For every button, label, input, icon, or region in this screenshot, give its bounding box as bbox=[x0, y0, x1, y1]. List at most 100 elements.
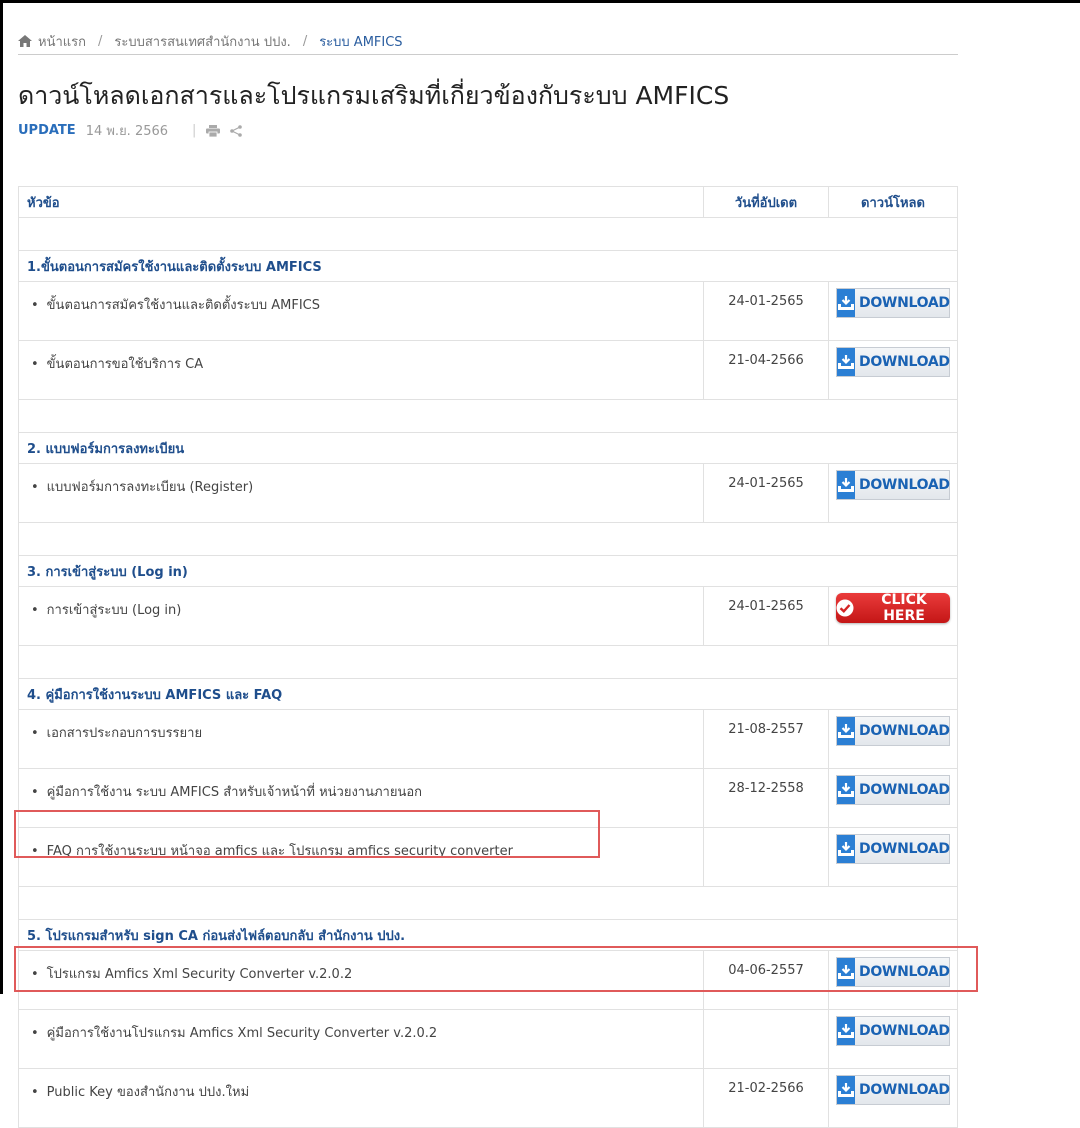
print-icon[interactable] bbox=[206, 124, 221, 137]
home-icon[interactable] bbox=[18, 35, 32, 47]
page-title: ดาวน์โหลดเอกสารและโปรแกรมเสริมที่เกี่ยวข… bbox=[18, 81, 730, 110]
button-label: CLICK HERE bbox=[881, 592, 927, 624]
button-label: DOWNLOAD bbox=[859, 295, 950, 311]
bullet: • bbox=[31, 726, 39, 741]
item-title-cell: • FAQ การใช้งานระบบ หน้าจอ amfics และ โปร… bbox=[18, 827, 704, 887]
item-title[interactable]: โปรแกรม Amfics Xml Security Converter v.… bbox=[47, 967, 353, 982]
download-button[interactable]: DOWNLOAD bbox=[836, 957, 950, 987]
bullet: • bbox=[31, 967, 39, 982]
section-row: 3. การเข้าสู่ระบบ (Log in) bbox=[18, 555, 958, 587]
download-icon bbox=[838, 965, 854, 979]
section-row: 2. แบบฟอร์มการลงทะเบียน bbox=[18, 432, 958, 464]
item-download-cell: DOWNLOAD bbox=[828, 281, 958, 341]
button-label: DOWNLOAD bbox=[859, 477, 950, 493]
click-here-button[interactable]: CLICK HERE bbox=[836, 592, 950, 624]
item-title[interactable]: ขั้นตอนการสมัครใช้งานและติดตั้งระบบ AMFI… bbox=[47, 298, 320, 313]
spacer-row bbox=[18, 886, 958, 920]
button-label: DOWNLOAD bbox=[859, 1023, 950, 1039]
spacer-cell bbox=[18, 522, 958, 556]
update-label: UPDATE bbox=[18, 123, 76, 138]
download-icon-box bbox=[837, 776, 855, 804]
download-icon-box bbox=[837, 348, 855, 376]
item-title[interactable]: แบบฟอร์มการลงทะเบียน (Register) bbox=[47, 480, 253, 495]
table-row: • เอกสารประกอบการบรรยาย 21-08-2557 DOWNLOAD bbox=[18, 709, 958, 769]
breadcrumb-separator: / bbox=[302, 33, 308, 49]
meta-divider: | bbox=[192, 123, 197, 138]
download-icon-box bbox=[837, 1017, 855, 1045]
section-row: 4. คู่มือการใช้งานระบบ AMFICS และ FAQ bbox=[18, 678, 958, 710]
item-title-cell: • โปรแกรม Amfics Xml Security Converter v… bbox=[18, 950, 704, 1010]
header-download: ดาวน์โหลด bbox=[828, 186, 958, 218]
download-button[interactable]: DOWNLOAD bbox=[836, 1016, 950, 1046]
item-date: 24-01-2565 bbox=[703, 281, 829, 341]
table-row: • FAQ การใช้งานระบบ หน้าจอ amfics และ โปร… bbox=[18, 827, 958, 887]
item-title[interactable]: ขั้นตอนการขอใช้บริการ CA bbox=[47, 357, 203, 372]
item-date: 24-01-2565 bbox=[703, 586, 829, 646]
item-download-cell: DOWNLOAD bbox=[828, 463, 958, 523]
item-title-cell: • คู่มือการใช้งาน ระบบ AMFICS สำหรับเจ้าห… bbox=[18, 768, 704, 828]
item-date: 04-06-2557 bbox=[703, 950, 829, 1010]
item-title[interactable]: คู่มือการใช้งาน ระบบ AMFICS สำหรับเจ้าหน… bbox=[47, 785, 422, 800]
download-icon bbox=[838, 296, 854, 310]
breadcrumb-level2[interactable]: ระบบสารสนเทศสำนักงาน ปปง. bbox=[114, 31, 290, 52]
item-download-cell: DOWNLOAD bbox=[828, 709, 958, 769]
button-label: DOWNLOAD bbox=[859, 964, 950, 980]
download-button[interactable]: DOWNLOAD bbox=[836, 775, 950, 805]
item-title-cell: • การเข้าสู่ระบบ (Log in) bbox=[18, 586, 704, 646]
bullet: • bbox=[31, 785, 39, 800]
download-icon-box bbox=[837, 471, 855, 499]
download-button[interactable]: DOWNLOAD bbox=[836, 834, 950, 864]
table-row: • ขั้นตอนการขอใช้บริการ CA 21-04-2566 DOWNL… bbox=[18, 340, 958, 400]
table-row: • การเข้าสู่ระบบ (Log in) 24-01-2565 CLICK … bbox=[18, 586, 958, 646]
table-row: • ขั้นตอนการสมัครใช้งานและติดตั้งระบบ AMF… bbox=[18, 281, 958, 341]
download-icon bbox=[838, 783, 854, 797]
breadcrumb-current[interactable]: ระบบ AMFICS bbox=[319, 31, 402, 52]
item-title-cell: • ขั้นตอนการสมัครใช้งานและติดตั้งระบบ AMF… bbox=[18, 281, 704, 341]
download-icon bbox=[838, 724, 854, 738]
share-icon[interactable] bbox=[230, 124, 243, 137]
download-button[interactable]: DOWNLOAD bbox=[836, 470, 950, 500]
button-label: DOWNLOAD bbox=[859, 1082, 950, 1098]
header-title: หัวข้อ bbox=[18, 186, 704, 218]
item-title-cell: • Public Key ของสำนักงาน ปปง.ใหม่ bbox=[18, 1068, 704, 1128]
item-download-cell: DOWNLOAD bbox=[828, 1009, 958, 1069]
download-icon-box bbox=[837, 289, 855, 317]
item-download-cell: DOWNLOAD bbox=[828, 340, 958, 400]
section-heading: 5. โปรแกรมสำหรับ sign CA ก่อนส่งไฟล์ตอบก… bbox=[18, 919, 958, 951]
update-meta: UPDATE 14 พ.ย. 2566 | bbox=[18, 120, 243, 141]
bullet: • bbox=[31, 1085, 39, 1100]
button-label: DOWNLOAD bbox=[859, 723, 950, 739]
breadcrumb: หน้าแรก / ระบบสารสนเทศสำนักงาน ปปง. / ระ… bbox=[18, 28, 958, 55]
button-label: DOWNLOAD bbox=[859, 841, 950, 857]
download-icon bbox=[838, 1024, 854, 1038]
breadcrumb-home[interactable]: หน้าแรก bbox=[38, 31, 86, 52]
check-circle-icon bbox=[836, 599, 854, 617]
download-icon bbox=[838, 478, 854, 492]
item-download-cell: DOWNLOAD bbox=[828, 827, 958, 887]
download-button[interactable]: DOWNLOAD bbox=[836, 716, 950, 746]
item-title[interactable]: Public Key ของสำนักงาน ปปง.ใหม่ bbox=[47, 1085, 249, 1100]
section-heading: 4. คู่มือการใช้งานระบบ AMFICS และ FAQ bbox=[18, 678, 958, 710]
item-title[interactable]: เอกสารประกอบการบรรยาย bbox=[47, 726, 202, 741]
spacer-row bbox=[18, 217, 958, 251]
download-button[interactable]: DOWNLOAD bbox=[836, 347, 950, 377]
item-date: 24-01-2565 bbox=[703, 463, 829, 523]
item-title[interactable]: คู่มือการใช้งานโปรแกรม Amfics Xml Securi… bbox=[47, 1026, 437, 1041]
item-title[interactable]: FAQ การใช้งานระบบ หน้าจอ amfics และ โปรแ… bbox=[47, 844, 513, 859]
download-icon-box bbox=[837, 717, 855, 745]
bullet: • bbox=[31, 1026, 39, 1041]
download-button[interactable]: DOWNLOAD bbox=[836, 1075, 950, 1105]
spacer-row bbox=[18, 645, 958, 679]
item-title-cell: • เอกสารประกอบการบรรยาย bbox=[18, 709, 704, 769]
spacer-cell bbox=[18, 645, 958, 679]
download-button[interactable]: DOWNLOAD bbox=[836, 288, 950, 318]
item-date: 21-08-2557 bbox=[703, 709, 829, 769]
section-row: 5. โปรแกรมสำหรับ sign CA ก่อนส่งไฟล์ตอบก… bbox=[18, 919, 958, 951]
bullet: • bbox=[31, 844, 39, 859]
breadcrumb-separator: / bbox=[98, 33, 103, 49]
spacer-cell bbox=[18, 886, 958, 920]
item-download-cell: DOWNLOAD bbox=[828, 950, 958, 1010]
item-title[interactable]: การเข้าสู่ระบบ (Log in) bbox=[47, 603, 182, 618]
button-label: DOWNLOAD bbox=[859, 782, 950, 798]
item-download-cell: DOWNLOAD bbox=[828, 768, 958, 828]
